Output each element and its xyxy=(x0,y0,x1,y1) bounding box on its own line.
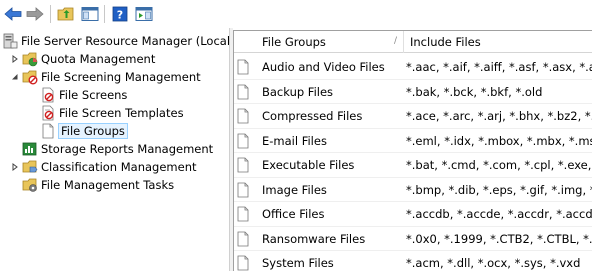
console-tree: File Server Resource Manager (Local) Quo… xyxy=(0,30,235,271)
chevron-down-icon[interactable] xyxy=(10,72,20,82)
forward-button[interactable] xyxy=(24,3,46,25)
show-hide-console-tree-button[interactable] xyxy=(79,3,101,25)
file-management-tasks-icon xyxy=(22,177,38,193)
file-group-icon xyxy=(237,231,249,246)
tree-item-quota-management[interactable]: Quota Management xyxy=(10,50,155,68)
tree-item-label: File Screen Templates xyxy=(59,106,184,120)
file-group-icon xyxy=(237,133,249,148)
include-files-value: *.aac, *.aif, *.aiff, *.asf, *.asx, *.au… xyxy=(406,60,592,74)
file-screening-icon xyxy=(22,69,38,85)
tree-item-label: Classification Management xyxy=(41,160,197,174)
include-files-value: *.ace, *.arc, *.arj, *.bhx, *.bz2, *.cab… xyxy=(406,109,592,123)
file-group-name: Audio and Video Files xyxy=(262,60,385,74)
list-item[interactable]: E-mail Files *.eml, *.idx, *.mbox, *.mbx,… xyxy=(234,129,592,153)
list-item[interactable]: Audio and Video Files *.aac, *.aif, *.aif… xyxy=(234,55,592,79)
list-header: File Groups ∕ Include Files xyxy=(234,31,592,53)
file-group-icon xyxy=(237,108,249,124)
file-screen-template-icon xyxy=(40,105,56,121)
chevron-right-icon[interactable] xyxy=(10,162,20,172)
list-item[interactable]: Office Files *.accdb, *.accde, *.accdr, *… xyxy=(234,202,592,226)
sort-ascending-icon: ∕ xyxy=(393,36,397,46)
file-group-icon xyxy=(237,206,249,222)
column-header-file-groups[interactable]: File Groups ∕ xyxy=(256,31,404,53)
help-icon: ? xyxy=(112,6,128,22)
tree-item-root[interactable]: File Server Resource Manager (Local) xyxy=(2,32,235,50)
include-files-value: *.acm, *.dll, *.ocx, *.sys, *.vxd xyxy=(406,256,581,270)
list-item[interactable]: Ransomware Files *.0x0, *.1999, *.CTB2, *… xyxy=(234,227,592,251)
storage-reports-icon xyxy=(22,141,38,157)
tree-item-file-management-tasks[interactable]: File Management Tasks xyxy=(10,176,174,194)
file-group-icon xyxy=(237,59,249,75)
tree-item-label: File Groups xyxy=(58,123,128,139)
list-item[interactable]: System Files *.acm, *.dll, *.ocx, *.sys, … xyxy=(234,251,592,271)
file-group-name: Backup Files xyxy=(262,84,334,99)
list-item[interactable]: Backup Files *.bak, *.bck, *.bkf, *.old xyxy=(234,80,592,104)
file-group-icon xyxy=(40,123,56,139)
forward-arrow-icon xyxy=(26,7,44,21)
file-group-icon xyxy=(237,182,249,197)
show-hide-action-pane-icon xyxy=(135,7,153,21)
tree-item-label: File Management Tasks xyxy=(41,178,175,192)
toolbar-separator xyxy=(104,5,105,23)
chevron-right-icon[interactable] xyxy=(10,54,20,64)
toolbar: ? xyxy=(0,0,592,28)
include-files-value: *.0x0, *.1999, *.CTB2, *.CTBL, *.EnCiPhE… xyxy=(406,231,592,246)
list-item[interactable]: Image Files *.bmp, *.dib, *.eps, *.gif, *… xyxy=(234,178,592,202)
include-files-value: *.eml, *.idx, *.mbox, *.mbx, *.msg, *.os… xyxy=(406,133,592,148)
file-screen-icon xyxy=(40,87,56,103)
tree-item-label: File Screening Management xyxy=(41,70,201,84)
quota-icon xyxy=(22,51,38,67)
file-group-icon xyxy=(237,255,249,271)
file-group-name: Executable Files xyxy=(262,158,355,172)
include-files-value: *.bat, *.cmd, *.com, *.cpl, *.exe, *.inf… xyxy=(406,158,592,172)
tree-item-label: File Screens xyxy=(59,88,128,102)
file-group-name: E-mail Files xyxy=(262,133,327,148)
tree-item-label: Storage Reports Management xyxy=(41,142,214,156)
back-button[interactable] xyxy=(2,3,24,25)
tree-item-label: File Server Resource Manager (Local) xyxy=(21,34,235,48)
file-groups-list: File Groups ∕ Include Files Audio and Vi… xyxy=(233,30,592,271)
tree-item-classification-management[interactable]: Classification Management xyxy=(10,158,197,176)
include-files-value: *.bak, *.bck, *.bkf, *.old xyxy=(406,84,543,99)
file-group-icon xyxy=(237,157,249,173)
file-group-icon xyxy=(237,84,249,99)
file-group-name: System Files xyxy=(262,256,334,270)
tree-item-file-screen-templates[interactable]: File Screen Templates xyxy=(40,104,184,122)
tree-item-label: Quota Management xyxy=(41,52,156,66)
include-files-value: *.bmp, *.dib, *.eps, *.gif, *.img, *.jfi… xyxy=(406,182,592,197)
server-icon xyxy=(2,33,18,49)
show-hide-console-tree-icon xyxy=(81,7,99,21)
help-button[interactable]: ? xyxy=(109,3,131,25)
classification-icon xyxy=(22,159,38,175)
column-header-include-files[interactable]: Include Files xyxy=(404,31,592,53)
tree-item-file-screens[interactable]: File Screens xyxy=(40,86,127,104)
svg-text:?: ? xyxy=(117,9,123,22)
file-group-name: Office Files xyxy=(262,207,325,221)
file-group-name: Ransomware Files xyxy=(262,231,366,246)
folder-up-icon xyxy=(57,7,74,21)
up-one-level-button[interactable] xyxy=(55,3,77,25)
tree-item-file-screening-management[interactable]: File Screening Management xyxy=(10,68,201,86)
show-hide-action-pane-button[interactable] xyxy=(133,3,155,25)
list-item[interactable]: Executable Files *.bat, *.cmd, *.com, *.c… xyxy=(234,153,592,177)
tree-item-file-groups[interactable]: File Groups xyxy=(40,122,128,140)
toolbar-separator xyxy=(50,5,51,23)
include-files-value: *.accdb, *.accde, *.accdr, *.accdt, *.ad… xyxy=(406,207,592,221)
tree-item-storage-reports-management[interactable]: Storage Reports Management xyxy=(10,140,213,158)
file-group-name: Image Files xyxy=(262,182,327,197)
file-group-name: Compressed Files xyxy=(262,109,363,123)
list-item[interactable]: Compressed Files *.ace, *.arc, *.arj, *.b… xyxy=(234,104,592,128)
back-arrow-icon xyxy=(4,7,22,21)
